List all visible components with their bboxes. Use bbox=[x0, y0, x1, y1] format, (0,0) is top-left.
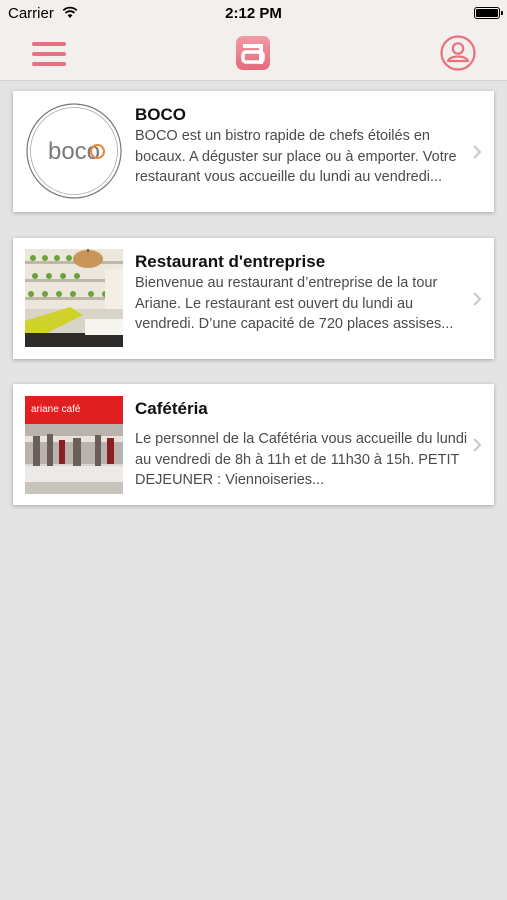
restaurant-title: Restaurant d'entreprise bbox=[135, 252, 326, 271]
restaurant-description: Bienvenue au restaurant d’entreprise de … bbox=[135, 275, 454, 332]
status-bar: Carrier 2:12 PM bbox=[0, 0, 507, 28]
restaurant-card-entreprise[interactable]: Restaurant d'entreprise Bienvenue au res… bbox=[13, 238, 494, 359]
hamburger-menu-icon[interactable] bbox=[32, 42, 66, 66]
chevron-right-icon bbox=[473, 145, 482, 159]
ariane-logo-icon bbox=[236, 36, 270, 70]
status-time: 2:12 PM bbox=[225, 5, 282, 22]
restaurant-description: Le personnel de la Cafétéria vous accuei… bbox=[135, 431, 468, 488]
cafeteria-image: ariane café bbox=[25, 396, 123, 494]
restaurant-interior-image bbox=[25, 249, 123, 347]
svg-text:boco: boco bbox=[48, 138, 100, 165]
svg-text:ariane café: ariane café bbox=[31, 404, 81, 415]
restaurant-description: BOCO est un bistro rapide de chefs étoil… bbox=[135, 128, 457, 185]
boco-logo-image: boco bbox=[26, 103, 122, 199]
restaurant-card-cafeteria[interactable]: ariane café Cafétéria Le personnel de la… bbox=[13, 384, 494, 505]
restaurant-title: BOCO bbox=[135, 105, 186, 124]
chevron-right-icon bbox=[473, 438, 482, 452]
battery-icon bbox=[474, 7, 503, 19]
restaurant-title: Cafétéria bbox=[135, 399, 208, 418]
navigation-bar bbox=[0, 28, 507, 81]
user-profile-icon[interactable] bbox=[440, 35, 476, 71]
restaurant-card-boco[interactable]: boco BOCO BOCO est un bistro rapide de c… bbox=[13, 91, 494, 212]
chevron-right-icon bbox=[473, 292, 482, 306]
